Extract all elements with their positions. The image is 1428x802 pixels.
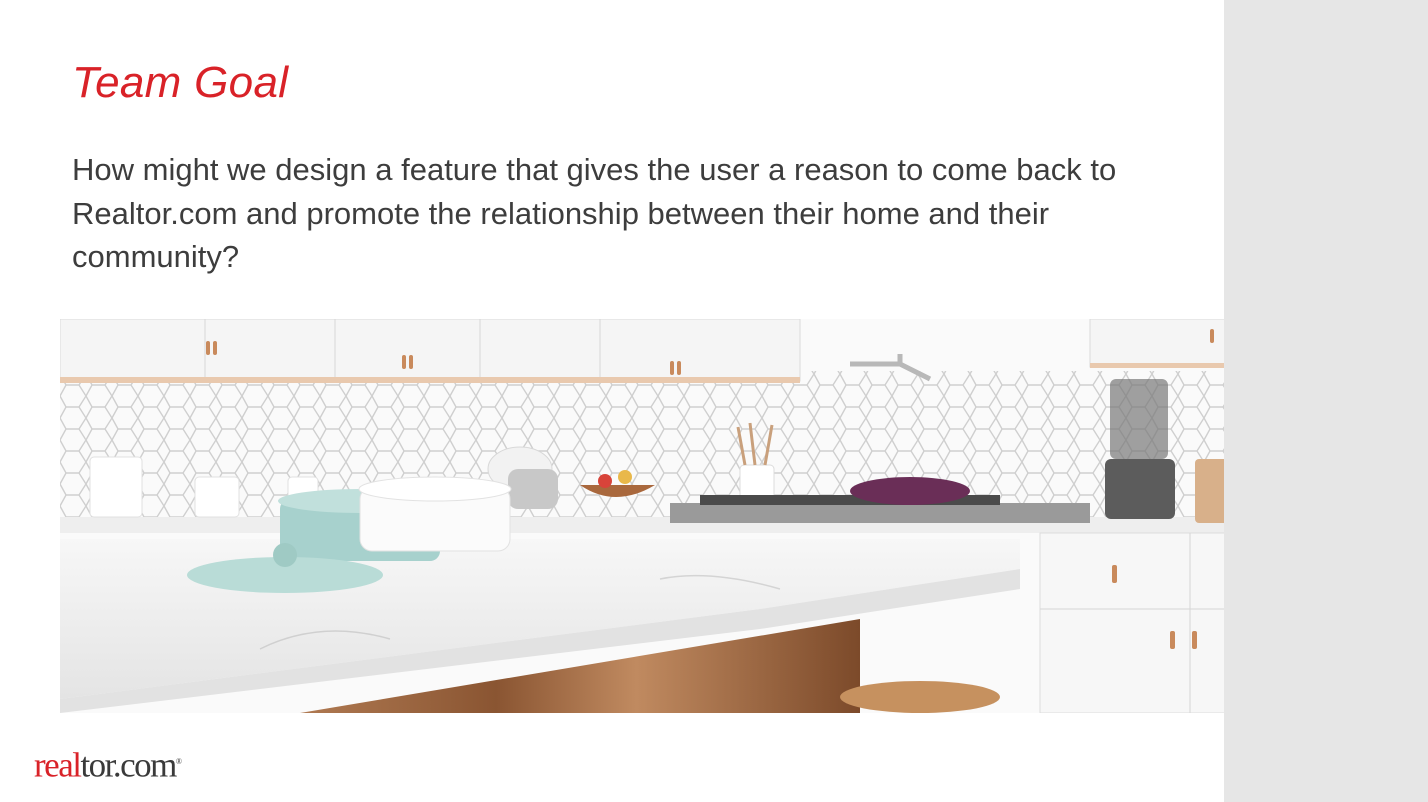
slide-body-text: How might we design a feature that gives… [72,152,1117,274]
side-panel [1224,0,1428,802]
logo-text-red: real [34,745,82,785]
slide-title: Team Goal [72,58,289,107]
logo-registered-mark: ® [175,757,182,766]
kitchen-photo [60,319,1368,713]
realtor-logo: realtor.com® [34,740,182,788]
logo-text-dark: tor.com [80,745,177,785]
slide: Team Goal How might we design a feature … [0,0,1368,802]
